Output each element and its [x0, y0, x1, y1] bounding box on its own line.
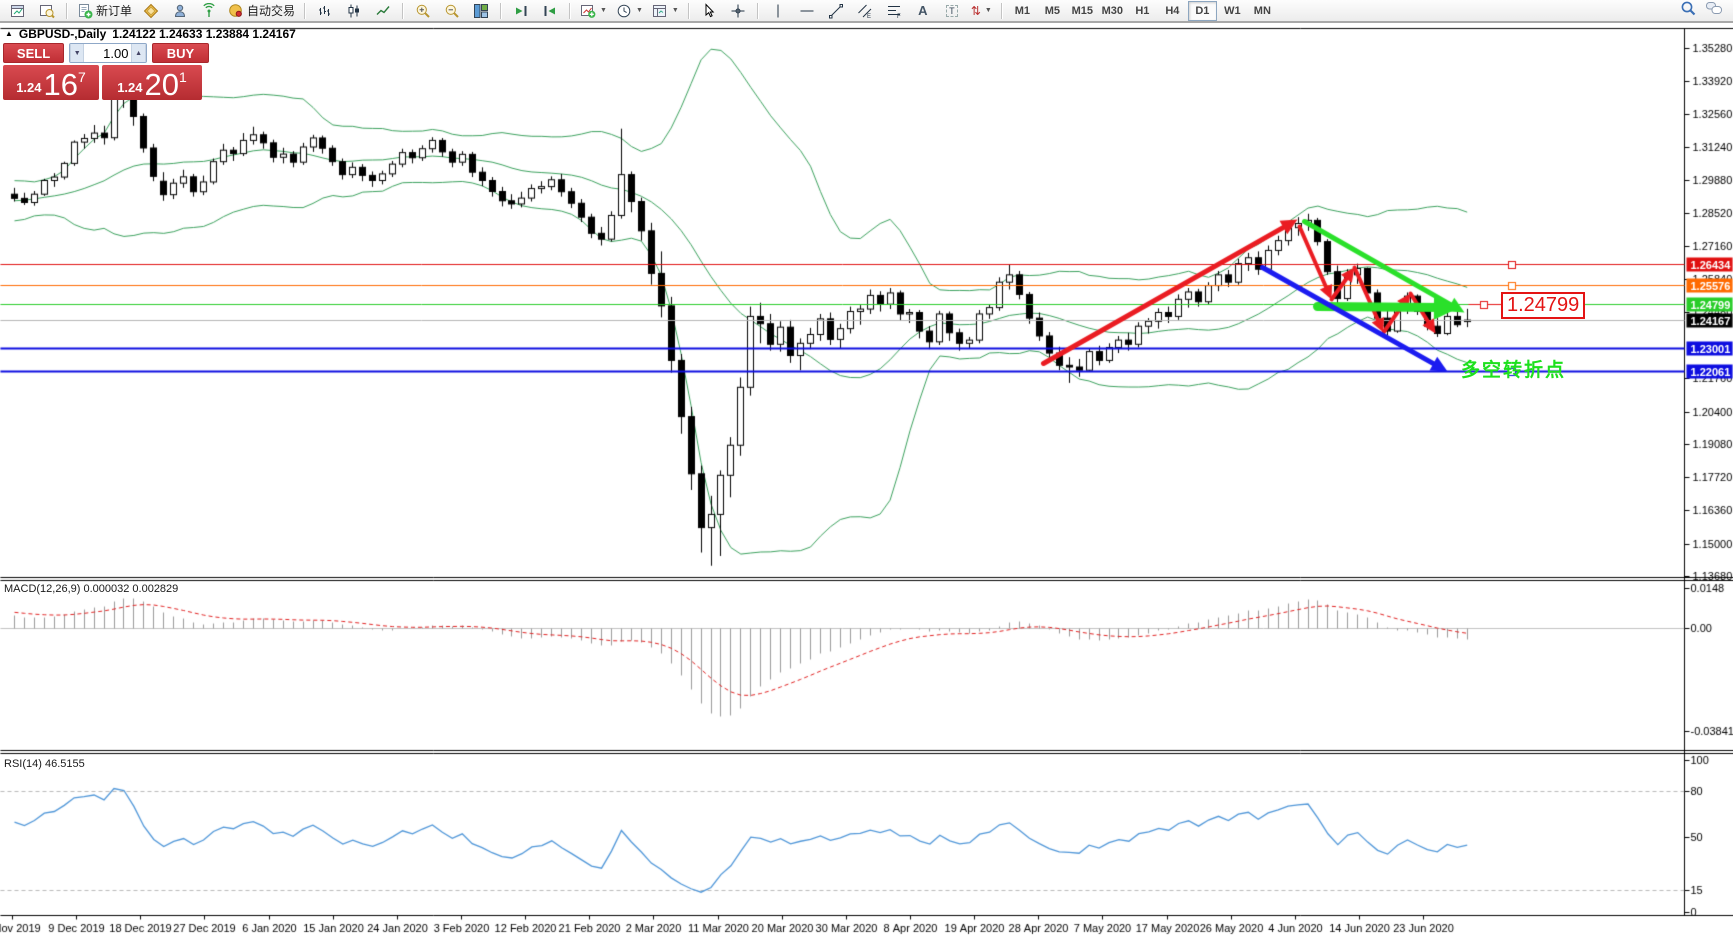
community-icon[interactable]	[166, 0, 194, 21]
sell-button[interactable]: SELL	[3, 43, 65, 63]
new-order-label: 新订单	[96, 4, 133, 18]
sell-price-big: 16	[43, 67, 78, 102]
toolbar-separator	[569, 2, 572, 19]
toolbar-separator	[304, 2, 307, 19]
buy-button[interactable]: BUY	[151, 43, 209, 63]
price-callout-label[interactable]: 1.24799	[1501, 292, 1586, 319]
tf-h4[interactable]: H4	[1158, 1, 1187, 21]
toolbar-separator	[756, 2, 759, 19]
chart-title-symbol: GBPUSD-,Daily	[18, 27, 107, 41]
sell-price-small: 1.24	[16, 80, 42, 95]
svg-text:E: E	[867, 14, 871, 19]
toolbar-separator	[66, 2, 68, 19]
text-label-icon[interactable]: T	[938, 0, 966, 21]
new-order-icon	[77, 3, 93, 19]
chevron-down-icon: ▼	[635, 7, 643, 14]
volume-increase-button[interactable]: ▲	[131, 44, 146, 62]
tf-m5[interactable]: M5	[1038, 1, 1067, 21]
svg-text:F: F	[897, 14, 901, 19]
fibonacci-icon[interactable]: F	[880, 0, 908, 21]
profiles-icon[interactable]	[33, 0, 61, 21]
auto-scroll-icon[interactable]	[507, 0, 535, 21]
chart-shift-icon[interactable]	[536, 0, 564, 21]
volume-decrease-button[interactable]: ▼	[70, 44, 85, 62]
tf-w1[interactable]: W1	[1218, 1, 1247, 21]
signals-icon[interactable]	[195, 0, 223, 21]
price-chart-canvas[interactable]	[0, 0, 1733, 944]
volume-input[interactable]	[84, 44, 132, 62]
auto-trading-button[interactable]: 自动交易	[224, 0, 299, 21]
vertical-line-icon[interactable]	[764, 0, 792, 21]
periods-icon[interactable]: ▼	[612, 0, 647, 21]
tf-h1[interactable]: H1	[1128, 1, 1157, 21]
cursor-icon[interactable]	[695, 0, 723, 21]
chart-title: ▲ GBPUSD-,Daily 1.24122 1.24633 1.23884 …	[5, 27, 296, 41]
crosshair-icon[interactable]	[724, 0, 752, 21]
tf-d1[interactable]: D1	[1187, 0, 1217, 21]
new-chart-icon[interactable]	[4, 0, 32, 21]
metaeditor-icon[interactable]	[137, 0, 165, 21]
buy-price-small: 1.24	[117, 80, 143, 95]
auto-trading-label: 自动交易	[247, 4, 296, 18]
auto-trading-icon	[228, 3, 244, 19]
toolbar-separator	[402, 2, 405, 19]
chevron-down-icon: ▼	[984, 7, 992, 14]
horizontal-line-icon[interactable]	[793, 0, 821, 21]
sell-price-panel[interactable]: 1.24 16 7	[3, 65, 99, 100]
tf-mn[interactable]: MN	[1248, 1, 1277, 21]
candlestick-chart-icon[interactable]	[340, 0, 368, 21]
chart-title-ohlc: 1.24122 1.24633 1.23884 1.24167	[112, 27, 296, 41]
collapse-triangle-icon[interactable]: ▲	[5, 30, 13, 38]
tf-m30[interactable]: M30	[1098, 1, 1127, 21]
chat-icon[interactable]	[1705, 0, 1723, 22]
sell-price-sup: 7	[78, 69, 86, 85]
equidistant-channel-icon[interactable]: E	[851, 0, 879, 21]
arrows-icon[interactable]: ⇅ ▼	[967, 0, 996, 21]
tf-m15[interactable]: M15	[1068, 1, 1097, 21]
main-toolbar: 新订单 自动交易 ▼ ▼ ▼ E F A T ⇅ ▼ M1 M5 M15 M30 …	[0, 0, 1733, 23]
search-icon[interactable]	[1680, 0, 1697, 22]
one-click-trading-panel: SELL ▼ ▲ BUY 1.24 16 7 1.24 20 1	[3, 43, 209, 100]
toolbar-separator	[687, 2, 690, 19]
buy-price-panel[interactable]: 1.24 20 1	[102, 65, 202, 100]
chevron-down-icon: ▼	[600, 7, 607, 14]
zoom-in-icon[interactable]	[409, 0, 437, 21]
toolbar-separator	[500, 2, 503, 19]
volume-stepper: ▼ ▲	[69, 43, 147, 63]
new-order-button[interactable]: 新订单	[73, 0, 136, 21]
chevron-down-icon: ▼	[671, 7, 679, 14]
rsi-indicator-label: RSI(14) 46.5155	[4, 758, 85, 770]
turning-point-annotation[interactable]: 多空转折点	[1461, 355, 1566, 382]
text-icon[interactable]: A	[909, 0, 937, 21]
trendline-icon[interactable]	[822, 0, 850, 21]
tile-windows-icon[interactable]	[467, 0, 495, 21]
line-chart-icon[interactable]	[369, 0, 397, 21]
templates-icon[interactable]: ▼	[648, 0, 683, 21]
tf-m1[interactable]: M1	[1008, 1, 1037, 21]
macd-indicator-label: MACD(12,26,9) 0.000032 0.002829	[4, 583, 179, 595]
buy-price-sup: 1	[179, 69, 187, 85]
buy-price-big: 20	[144, 67, 179, 102]
toolbar-right-group	[1680, 0, 1723, 22]
toolbar-separator	[1000, 2, 1003, 19]
indicators-icon[interactable]: ▼	[576, 0, 611, 21]
zoom-out-icon[interactable]	[438, 0, 466, 21]
bar-chart-icon[interactable]	[311, 0, 339, 21]
